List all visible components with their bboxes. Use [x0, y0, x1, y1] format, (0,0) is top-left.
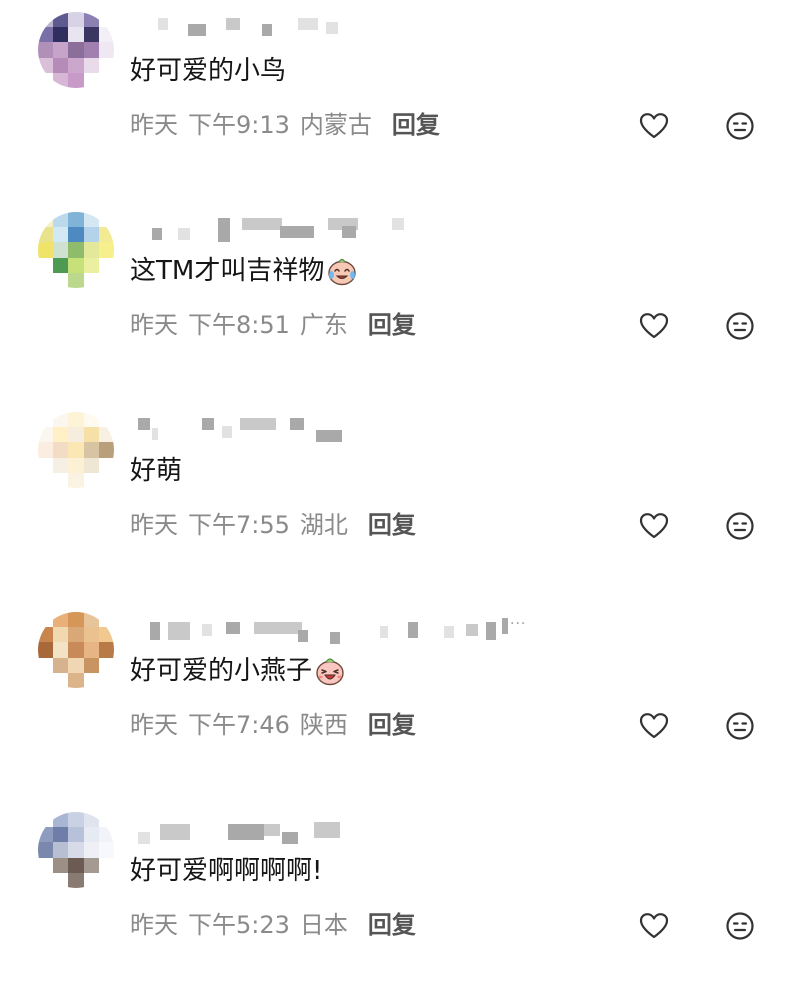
- comment-text: 好萌: [130, 453, 182, 489]
- username-blurred[interactable]: ...: [130, 612, 550, 644]
- heart-outline-icon: [639, 313, 669, 339]
- reply-button[interactable]: 回复: [368, 908, 416, 942]
- comment-date: 昨天: [130, 711, 178, 739]
- comment-text: 这TM才叫吉祥物: [130, 253, 358, 289]
- comment-location: 陕西: [299, 711, 348, 739]
- avatar[interactable]: [38, 612, 114, 688]
- comment-meta: 昨天 下午9:13 内蒙古 回复: [130, 108, 440, 142]
- heart-outline-icon: [639, 513, 669, 539]
- reply-button[interactable]: 回复: [392, 108, 440, 142]
- comment-date: 昨天: [130, 111, 178, 139]
- username-blurred[interactable]: [130, 418, 550, 442]
- comment-item: 好可爱啊啊啊啊! 昨天 下午5:23 日本 回复: [0, 800, 800, 1000]
- comment-time: 下午8:51: [188, 311, 290, 339]
- comment-text: 好可爱啊啊啊啊!: [130, 853, 322, 889]
- username-blurred[interactable]: [130, 218, 550, 242]
- react-button[interactable]: [722, 708, 758, 744]
- comment-item: 这TM才叫吉祥物 昨天 下午8:51 广东 回复: [0, 200, 800, 400]
- like-button[interactable]: [636, 308, 672, 344]
- comment-time: 下午7:55: [188, 511, 290, 539]
- avatar[interactable]: [38, 212, 114, 288]
- username-blurred[interactable]: [130, 818, 550, 844]
- comment-location: 湖北: [299, 511, 348, 539]
- comment-text-content: 好萌: [130, 456, 183, 486]
- comment-time: 下午5:23: [188, 911, 290, 939]
- comment-text: 好可爱的小鸟: [130, 53, 286, 89]
- react-button[interactable]: [722, 508, 758, 544]
- comment-time: 下午9:13: [188, 111, 290, 139]
- comment-date: 昨天: [130, 911, 178, 939]
- like-button[interactable]: [636, 508, 672, 544]
- comment-text-content: 好可爱的小燕子: [130, 656, 313, 686]
- comment-text-content: 这TM才叫吉祥物: [130, 256, 325, 286]
- like-button[interactable]: [636, 708, 672, 744]
- emoji-face-icon: [726, 512, 754, 540]
- reply-button[interactable]: 回复: [368, 508, 416, 542]
- react-button[interactable]: [722, 108, 758, 144]
- comment-text: 好可爱的小燕子: [130, 653, 346, 689]
- comment-location: 日本: [299, 911, 348, 939]
- comment-location: 广东: [299, 311, 348, 339]
- avatar[interactable]: [38, 812, 114, 888]
- comment-meta: 昨天 下午5:23 日本 回复: [130, 908, 416, 942]
- like-button[interactable]: [636, 908, 672, 944]
- comment-time: 下午7:46: [188, 711, 290, 739]
- heart-outline-icon: [639, 113, 669, 139]
- heart-outline-icon: [639, 713, 669, 739]
- comment-text-content: 好可爱啊啊啊啊!: [130, 856, 323, 886]
- comment-text-content: 好可爱的小鸟: [130, 56, 287, 86]
- avatar[interactable]: [38, 412, 114, 488]
- username-blurred[interactable]: [130, 18, 550, 42]
- heart-outline-icon: [639, 913, 669, 939]
- react-button[interactable]: [722, 908, 758, 944]
- emoji-face-icon: [726, 912, 754, 940]
- comment-date: 昨天: [130, 311, 178, 339]
- avatar[interactable]: [38, 12, 114, 88]
- like-button[interactable]: [636, 108, 672, 144]
- comment-meta: 昨天 下午7:55 湖北 回复: [130, 508, 416, 542]
- username-truncation: ...: [510, 612, 527, 628]
- emoji-face-icon: [726, 112, 754, 140]
- reply-button[interactable]: 回复: [368, 308, 416, 342]
- comment-item: 好可爱的小鸟 昨天 下午9:13 内蒙古 回复: [0, 0, 800, 200]
- comment-item: ... 好可爱的小燕子 昨天 下午7:46 陕西 回复: [0, 600, 800, 800]
- reply-button[interactable]: 回复: [368, 708, 416, 742]
- comment-location: 内蒙古: [299, 111, 372, 139]
- emoji-face-icon: [726, 312, 754, 340]
- laughing-face-icon: [316, 658, 344, 686]
- comment-date: 昨天: [130, 511, 178, 539]
- comment-meta: 昨天 下午8:51 广东 回复: [130, 308, 416, 342]
- react-button[interactable]: [722, 308, 758, 344]
- emoji-face-icon: [726, 712, 754, 740]
- comment-item: 好萌 昨天 下午7:55 湖北 回复: [0, 400, 800, 600]
- crying-laughing-face-icon: [328, 258, 357, 286]
- comment-meta: 昨天 下午7:46 陕西 回复: [130, 708, 416, 742]
